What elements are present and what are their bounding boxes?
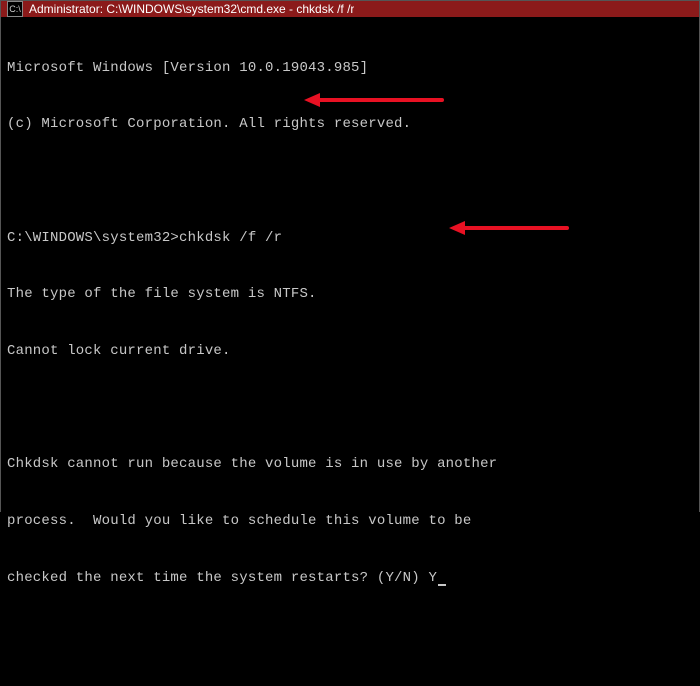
output-line: process. Would you like to schedule this… — [7, 512, 693, 531]
titlebar[interactable]: C:\ Administrator: C:\WINDOWS\system32\c… — [1, 1, 699, 17]
output-line: Chkdsk cannot run because the volume is … — [7, 455, 693, 474]
confirm-line: checked the next time the system restart… — [7, 569, 693, 588]
annotation-arrow-icon — [304, 93, 444, 107]
prompt-path: C:\WINDOWS\system32> — [7, 230, 179, 246]
prompt-line: C:\WINDOWS\system32>chkdsk /f /r — [7, 229, 693, 248]
blank-line — [7, 172, 693, 191]
blank-line — [7, 399, 693, 418]
terminal-area[interactable]: Microsoft Windows [Version 10.0.19043.98… — [1, 17, 699, 686]
command-input: chkdsk /f /r — [179, 230, 282, 246]
output-line: The type of the file system is NTFS. — [7, 285, 693, 304]
banner-line: Microsoft Windows [Version 10.0.19043.98… — [7, 59, 693, 78]
cmd-window: C:\ Administrator: C:\WINDOWS\system32\c… — [0, 0, 700, 512]
confirmation-answer: Y — [428, 570, 437, 586]
window-title: Administrator: C:\WINDOWS\system32\cmd.e… — [29, 2, 354, 16]
text-cursor — [438, 584, 446, 586]
cmd-icon: C:\ — [7, 1, 23, 17]
confirm-prompt: checked the next time the system restart… — [7, 570, 428, 586]
output-line: Cannot lock current drive. — [7, 342, 693, 361]
cmd-icon-glyph: C:\ — [9, 5, 21, 14]
copyright-line: (c) Microsoft Corporation. All rights re… — [7, 115, 693, 134]
